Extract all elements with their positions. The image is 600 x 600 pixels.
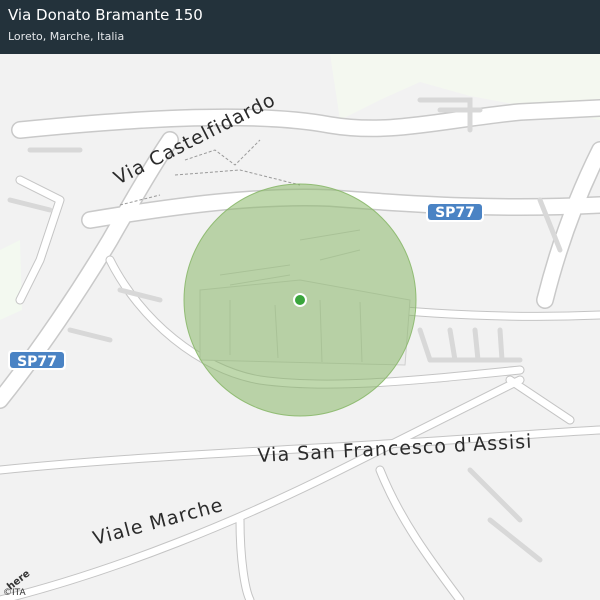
sp77-shield-left-text: SP77 xyxy=(17,354,57,370)
sp77-shield-left: SP77 xyxy=(8,350,66,370)
sp77-shield-right-text: SP77 xyxy=(435,205,475,221)
sp77-shield-right: SP77 xyxy=(426,202,484,222)
park-area-left xyxy=(0,240,22,320)
address-subtitle: Loreto, Marche, Italia xyxy=(8,30,125,43)
location-header: Via Donato Bramante 150 Loreto, Marche, … xyxy=(0,0,600,54)
location-dot xyxy=(295,295,305,305)
map-copyright: ©ITA xyxy=(3,588,26,598)
address-title: Via Donato Bramante 150 xyxy=(8,6,203,24)
map-canvas[interactable]: Via Castelfidardo Via San Francesco d'As… xyxy=(0,54,600,600)
